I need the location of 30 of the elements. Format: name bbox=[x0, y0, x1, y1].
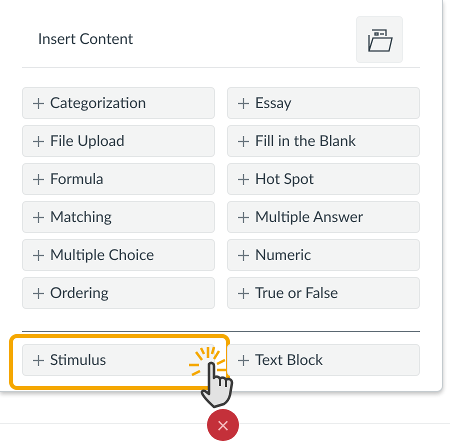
question-type-button[interactable]: Categorization bbox=[22, 87, 215, 119]
plus-icon bbox=[238, 288, 249, 298]
question-type-button[interactable]: Essay bbox=[227, 87, 420, 119]
question-type-button[interactable]: Multiple Choice bbox=[22, 239, 215, 271]
question-type-button[interactable]: Stimulus bbox=[22, 344, 215, 376]
question-type-button[interactable]: Matching bbox=[22, 201, 215, 233]
question-type-button[interactable]: Hot Spot bbox=[227, 163, 420, 195]
plus-icon bbox=[33, 354, 44, 366]
panel-title: Insert Content bbox=[37, 29, 134, 50]
plus-icon bbox=[238, 354, 249, 366]
plus-icon bbox=[238, 98, 249, 108]
question-type-button[interactable]: Multiple Answer bbox=[227, 201, 420, 233]
plus-icon bbox=[238, 250, 249, 260]
plus-icon bbox=[33, 212, 44, 222]
question-type-button[interactable]: True or False bbox=[227, 277, 420, 309]
question-type-button[interactable]: Numeric bbox=[227, 239, 420, 271]
question-type-button[interactable]: Text Block bbox=[227, 344, 420, 376]
plus-icon bbox=[33, 288, 44, 298]
plus-icon bbox=[238, 174, 249, 184]
plus-icon bbox=[33, 250, 44, 260]
question-type-button[interactable]: Formula bbox=[22, 163, 215, 195]
question-type-button[interactable]: Ordering bbox=[22, 277, 215, 309]
plus-icon bbox=[238, 212, 249, 222]
plus-icon bbox=[33, 136, 44, 146]
question-type-button[interactable]: File Upload bbox=[22, 125, 215, 157]
plus-icon bbox=[33, 98, 44, 108]
plus-icon bbox=[238, 136, 249, 146]
question-type-button[interactable]: Fill in the Blank bbox=[227, 125, 420, 157]
plus-icon bbox=[33, 174, 44, 184]
folder-button[interactable] bbox=[356, 16, 403, 63]
